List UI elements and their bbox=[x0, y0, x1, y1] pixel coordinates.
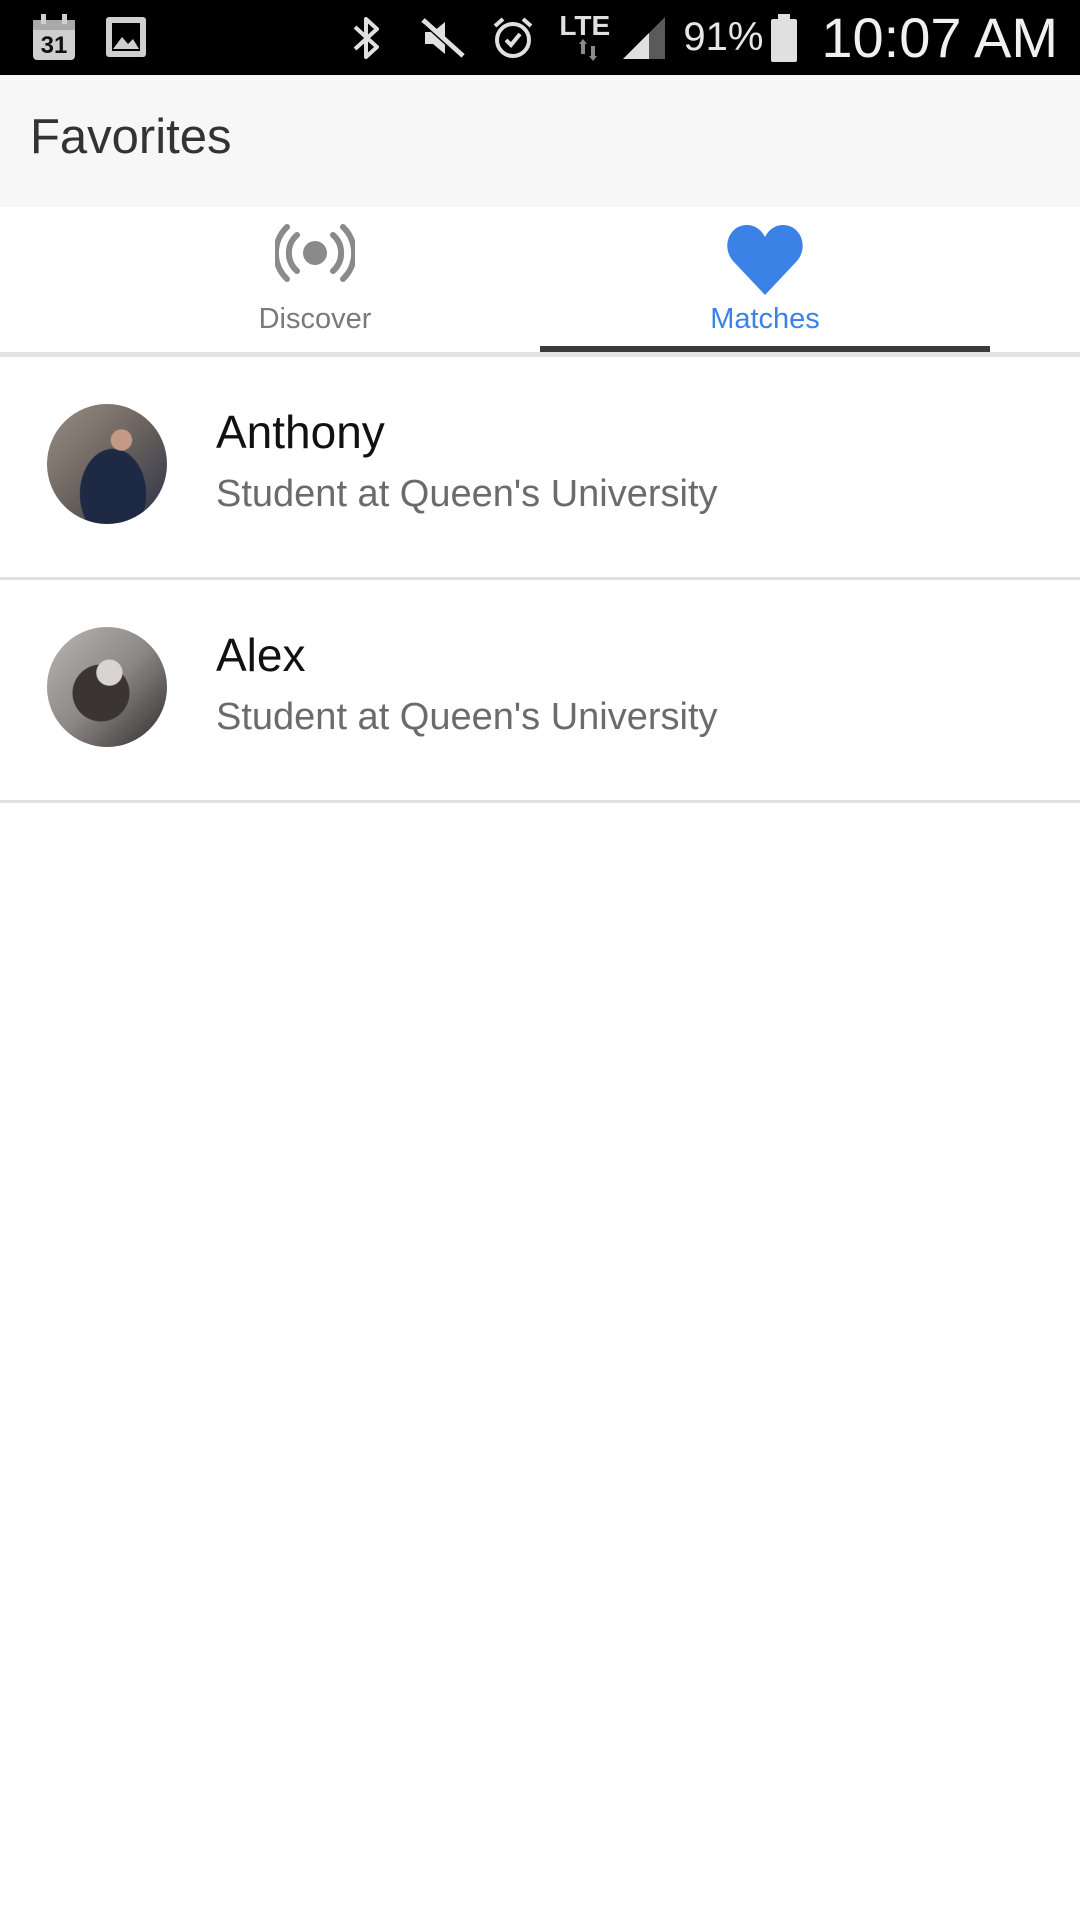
match-subtitle: Student at Queen's University bbox=[216, 696, 718, 738]
status-bar: 31 LTE 91% 10:07 AM bbox=[0, 0, 1080, 75]
alarm-icon bbox=[489, 14, 537, 62]
bluetooth-icon bbox=[349, 13, 385, 63]
list-item[interactable]: Anthony Student at Queen's University bbox=[0, 357, 1080, 580]
clock: 10:07 AM bbox=[821, 6, 1058, 69]
lte-icon: LTE bbox=[559, 8, 613, 68]
app-bar: Favorites bbox=[0, 75, 1080, 207]
calendar-day: 31 bbox=[40, 32, 68, 59]
broadcast-icon bbox=[272, 221, 358, 290]
status-bar-left: 31 bbox=[30, 12, 148, 62]
tab-bar: Discover Matches bbox=[0, 207, 1080, 357]
tab-discover[interactable]: Discover bbox=[90, 207, 540, 352]
active-tab-indicator bbox=[540, 346, 990, 352]
status-bar-right: LTE 91% 10:07 AM bbox=[349, 0, 1058, 75]
battery-percent: 91% bbox=[683, 15, 764, 59]
screen: 31 LTE 91% 10:07 AM Favorites Discover M… bbox=[0, 0, 1080, 1920]
match-name: Alex bbox=[216, 629, 306, 681]
tab-matches-label: Matches bbox=[710, 303, 820, 335]
calendar-icon: 31 bbox=[30, 12, 78, 62]
avatar bbox=[47, 404, 167, 524]
tab-matches[interactable]: Matches bbox=[540, 207, 990, 352]
tab-discover-label: Discover bbox=[258, 303, 372, 335]
match-name: Anthony bbox=[216, 406, 385, 458]
gallery-icon bbox=[104, 15, 148, 59]
match-subtitle: Student at Queen's University bbox=[216, 473, 718, 515]
avatar bbox=[47, 627, 167, 747]
matches-list: Anthony Student at Queen's University Al… bbox=[0, 357, 1080, 803]
signal-icon bbox=[619, 13, 669, 63]
page-title: Favorites bbox=[30, 110, 232, 164]
heart-icon bbox=[725, 221, 805, 302]
battery-icon bbox=[769, 12, 799, 64]
mute-icon bbox=[419, 14, 467, 62]
list-item[interactable]: Alex Student at Queen's University bbox=[0, 580, 1080, 803]
